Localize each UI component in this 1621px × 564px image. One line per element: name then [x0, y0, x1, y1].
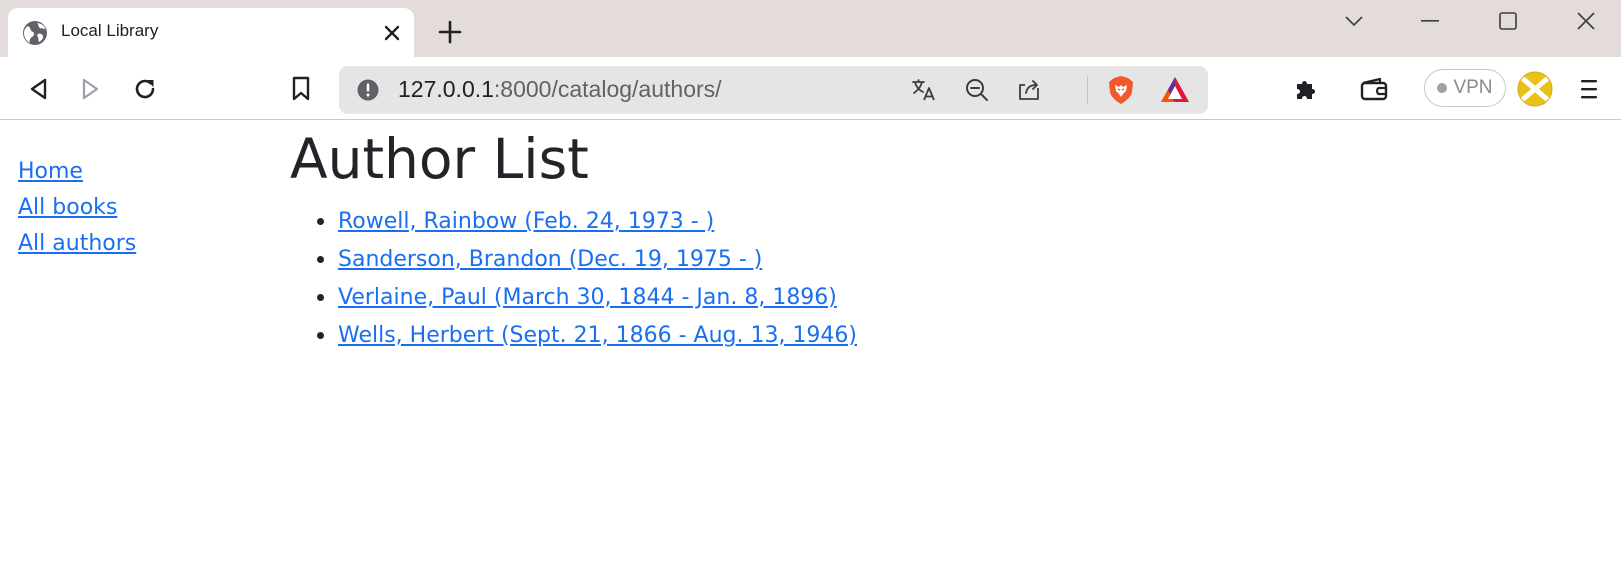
sidebar-link-all-books[interactable]: All books: [18, 190, 136, 226]
url-host: 127.0.0.1: [398, 76, 494, 102]
vpn-label: VPN: [1453, 77, 1493, 98]
hamburger-menu-icon: [1581, 80, 1597, 99]
close-window-icon: [1577, 12, 1595, 30]
tab-local-library[interactable]: Local Library: [8, 8, 414, 57]
author-link[interactable]: Verlaine, Paul (March 30, 1844 - Jan. 8,…: [338, 285, 837, 310]
wallet-button[interactable]: [1358, 73, 1390, 105]
back-button[interactable]: [22, 73, 54, 105]
site-info-icon[interactable]: [357, 79, 379, 101]
vpn-button[interactable]: VPN: [1424, 69, 1506, 107]
tab-search-chevron-button[interactable]: [1331, 6, 1377, 36]
close-window-button[interactable]: [1563, 6, 1609, 36]
chevron-down-icon: [1345, 16, 1363, 27]
list-item: Rowell, Rainbow (Feb. 24, 1973 - ): [338, 202, 857, 240]
author-link[interactable]: Rowell, Rainbow (Feb. 24, 1973 - ): [338, 209, 714, 234]
sidebar-link-all-authors[interactable]: All authors: [18, 226, 136, 262]
author-link[interactable]: Sanderson, Brandon (Dec. 19, 1975 - ): [338, 247, 762, 272]
new-tab-plus-icon[interactable]: [438, 20, 462, 44]
reload-icon: [135, 79, 155, 99]
maximize-button[interactable]: [1485, 6, 1531, 36]
page-title: Author List: [290, 127, 589, 191]
minimize-button[interactable]: [1407, 6, 1453, 36]
address-bar-separator: [1087, 76, 1088, 104]
url-text[interactable]: 127.0.0.1:8000/catalog/authors/: [398, 76, 722, 103]
sidebar-nav: Home All books All authors: [18, 154, 136, 262]
brave-shields-icon[interactable]: [1106, 75, 1136, 105]
forward-button[interactable]: [75, 73, 107, 105]
list-item: Wells, Herbert (Sept. 21, 1866 - Aug. 13…: [338, 316, 857, 354]
forward-arrow-icon: [82, 78, 99, 100]
list-item: Verlaine, Paul (March 30, 1844 - Jan. 8,…: [338, 278, 857, 316]
profile-avatar-icon[interactable]: [1516, 70, 1554, 108]
close-tab-icon[interactable]: [382, 23, 402, 43]
wallet-icon: [1360, 77, 1388, 101]
web-page: Home All books All authors Author List R…: [0, 121, 1621, 564]
brave-rewards-icon[interactable]: [1159, 75, 1191, 105]
back-arrow-icon: [30, 78, 47, 100]
sidebar-link-home[interactable]: Home: [18, 154, 136, 190]
extensions-button[interactable]: [1290, 73, 1322, 105]
list-item: Sanderson, Brandon (Dec. 19, 1975 - ): [338, 240, 857, 278]
bookmark-button[interactable]: [285, 73, 317, 105]
bookmark-icon: [292, 76, 310, 101]
vpn-status-dot: [1437, 83, 1448, 93]
main-menu-button[interactable]: [1573, 73, 1605, 105]
translate-icon[interactable]: [911, 77, 937, 103]
browser-toolbar: 127.0.0.1:8000/catalog/authors/ VPN: [0, 57, 1621, 120]
author-link[interactable]: Wells, Herbert (Sept. 21, 1866 - Aug. 13…: [338, 323, 857, 348]
address-bar[interactable]: 127.0.0.1:8000/catalog/authors/: [339, 66, 1208, 114]
author-list: Rowell, Rainbow (Feb. 24, 1973 - ) Sande…: [290, 202, 857, 354]
reload-button[interactable]: [129, 73, 161, 105]
share-icon[interactable]: [1017, 77, 1043, 103]
url-path: :8000/catalog/authors/: [493, 76, 722, 102]
maximize-icon: [1499, 12, 1517, 30]
minimize-icon: [1421, 20, 1439, 22]
puzzle-piece-icon: [1297, 81, 1315, 99]
tab-title: Local Library: [61, 21, 159, 40]
globe-icon: [23, 21, 47, 45]
main-content: Author List Rowell, Rainbow (Feb. 24, 19…: [290, 121, 857, 354]
zoom-out-icon[interactable]: [964, 77, 990, 103]
tab-strip: Local Library: [0, 0, 1621, 57]
